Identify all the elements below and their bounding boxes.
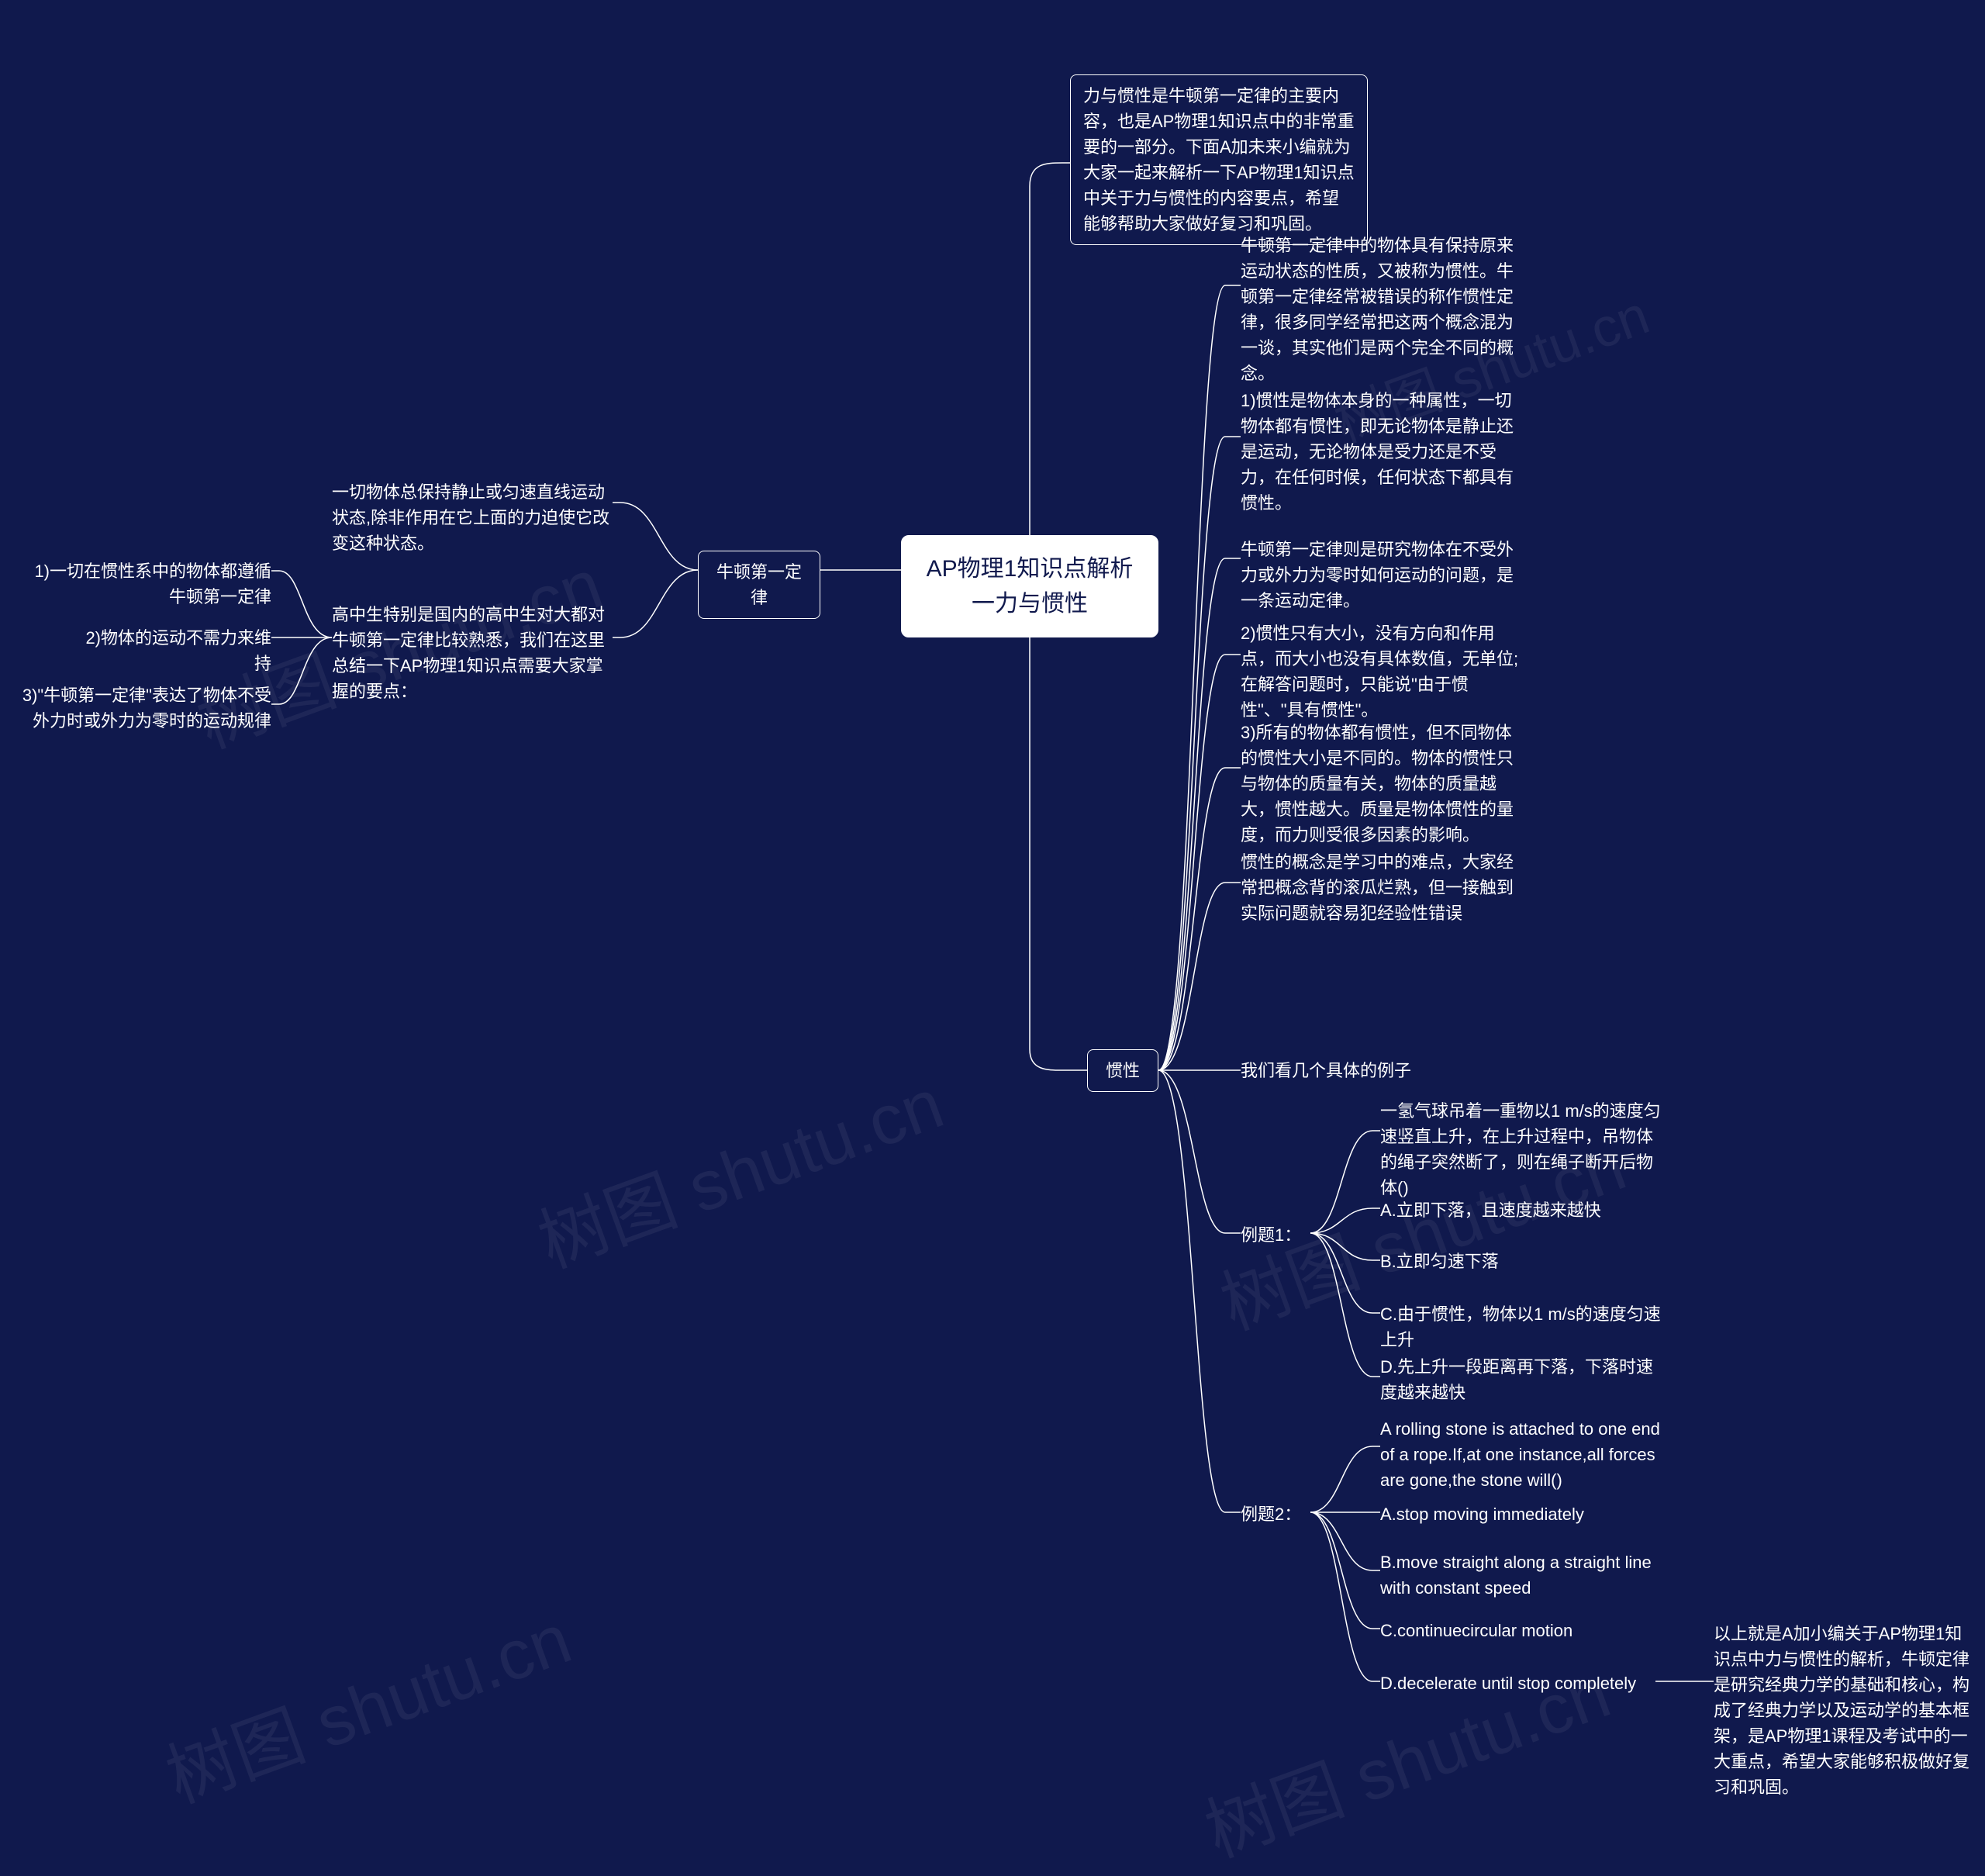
- example2-q: A rolling stone is attached to one end o…: [1380, 1416, 1661, 1493]
- left-c1: 一切物体总保持静止或匀速直线运动状态,除非作用在它上面的力迫使它改变这种状态。: [332, 479, 613, 556]
- example2-c: C.continuecircular motion: [1380, 1618, 1661, 1643]
- left-branch-label: 牛顿第一定律: [716, 562, 802, 607]
- example2-d: D.decelerate until stop completely: [1380, 1670, 1655, 1696]
- right-branch-inertia[interactable]: 惯性: [1087, 1049, 1158, 1092]
- left-p2: 2)物体的运动不需力来维持: [85, 625, 271, 676]
- r-t4: 2)惯性只有大小，没有方向和作用点，而大小也没有具体数值，无单位;在解答问题时，…: [1241, 620, 1528, 723]
- watermark: 树图 shutu.cn: [523, 1048, 955, 1287]
- intro-text: 力与惯性是牛顿第一定律的主要内容，也是AP物理1知识点中的非常重要的一部分。下面…: [1083, 86, 1355, 233]
- left-branch-newton-first-law[interactable]: 牛顿第一定律: [698, 551, 820, 619]
- left-c2: 高中生特别是国内的高中生对大都对牛顿第一定律比较熟悉，我们在这里总结一下AP物理…: [332, 602, 613, 704]
- left-p1: 1)一切在惯性系中的物体都遵循牛顿第一定律: [23, 558, 271, 610]
- left-p3: 3)"牛顿第一定律"表达了物体不受外力时或外力为零时的运动规律: [14, 682, 271, 734]
- r-examples-label: 我们看几个具体的例子: [1241, 1058, 1528, 1083]
- r-t2: 1)惯性是物体本身的一种属性，一切物体都有惯性，即无论物体是静止还是运动，无论物…: [1241, 388, 1528, 516]
- example1-q: 一氢气球吊着一重物以1 m/s的速度匀速竖直上升，在上升过程中，吊物体的绳子突然…: [1380, 1098, 1661, 1201]
- example2-label: 例题2：: [1241, 1501, 1301, 1527]
- r-t1: 牛顿第一定律中的物体具有保持原来运动状态的性质，又被称为惯性。牛顿第一定律经常被…: [1241, 233, 1528, 386]
- watermark: 树图 shutu.cn: [150, 1583, 582, 1822]
- example1-label: 例题1：: [1241, 1222, 1301, 1248]
- conclusion: 以上就是A加小编关于AP物理1知识点中力与惯性的解析，牛顿定律是研究经典力学的基…: [1714, 1621, 1976, 1800]
- example1-d: D.先上升一段距离再下落，下落时速度越来越快: [1380, 1354, 1661, 1405]
- example1-c: C.由于惯性，物体以1 m/s的速度匀速上升: [1380, 1301, 1661, 1353]
- root-node[interactable]: AP物理1知识点解析一力与惯性: [901, 535, 1158, 637]
- r-t6: 惯性的概念是学习中的难点，大家经常把概念背的滚瓜烂熟，但一接触到实际问题就容易犯…: [1241, 849, 1528, 926]
- example1-a: A.立即下落，且速度越来越快: [1380, 1197, 1661, 1223]
- example2-a: A.stop moving immediately: [1380, 1501, 1661, 1527]
- root-title: AP物理1知识点解析一力与惯性: [927, 556, 1134, 617]
- r-t3: 牛顿第一定律则是研究物体在不受外力或外力为零时如何运动的问题，是一条运动定律。: [1241, 537, 1528, 613]
- connector-lines: [0, 0, 1985, 1826]
- example2-b: B.move straight along a straight line wi…: [1380, 1550, 1661, 1601]
- example1-b: B.立即匀速下落: [1380, 1249, 1661, 1274]
- r-t5: 3)所有的物体都有惯性，但不同物体的惯性大小是不同的。物体的惯性只与物体的质量有…: [1241, 720, 1528, 848]
- intro-box: 力与惯性是牛顿第一定律的主要内容，也是AP物理1知识点中的非常重要的一部分。下面…: [1070, 74, 1368, 245]
- right-branch-label: 惯性: [1106, 1061, 1140, 1080]
